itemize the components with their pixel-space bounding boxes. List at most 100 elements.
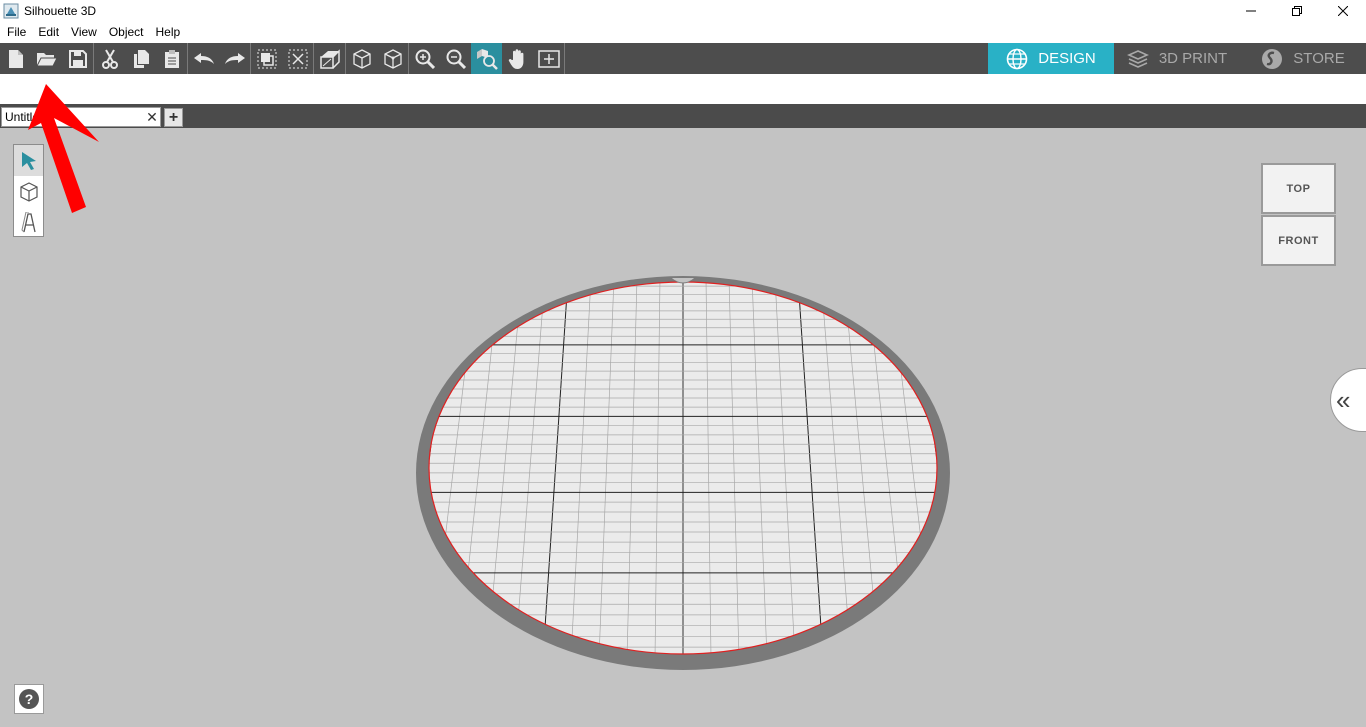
group-icon <box>257 49 276 68</box>
cut-icon <box>101 48 118 69</box>
tab-store[interactable]: STORE <box>1240 43 1366 74</box>
add-tab-button[interactable]: + <box>164 108 183 127</box>
group-button[interactable] <box>251 43 282 74</box>
save-button[interactable] <box>62 43 93 74</box>
silhouette-logo-icon <box>1262 48 1283 69</box>
ungroup-icon <box>288 49 307 68</box>
new-file-icon <box>8 49 23 68</box>
select-tool-button[interactable] <box>14 145 43 176</box>
document-tab-name: Untitled <box>5 110 46 124</box>
extrude-icon <box>319 48 340 69</box>
restore-button[interactable] <box>1274 0 1320 22</box>
close-tab-icon[interactable]: ✕ <box>144 109 160 126</box>
cube-alt-icon <box>383 48 402 69</box>
view-cube-front[interactable]: FRONT <box>1261 215 1336 266</box>
grid-line <box>959 278 1019 658</box>
window-title: Silhouette 3D <box>24 4 97 18</box>
tab-design-label: DESIGN <box>1038 50 1096 67</box>
fit-page-icon <box>537 49 560 68</box>
copy-icon <box>133 49 149 68</box>
zoom-fit-button[interactable] <box>471 43 502 74</box>
zoom-out-icon <box>446 49 466 69</box>
tab-3d-print-label: 3D PRINT <box>1158 50 1228 67</box>
grid-line <box>1051 278 1131 658</box>
zoom-fit-icon <box>476 48 498 70</box>
cut-button[interactable] <box>94 43 125 74</box>
grid-line <box>347 278 407 658</box>
double-chevron-left-icon: « <box>1336 385 1351 415</box>
options-bar <box>0 74 1366 104</box>
view-cube-top[interactable]: TOP <box>1261 163 1336 214</box>
grid-line <box>179 278 269 658</box>
copy-button[interactable] <box>125 43 156 74</box>
text-3d-icon <box>20 211 36 232</box>
toolbar: DESIGN 3D PRINT STORE <box>0 43 1366 74</box>
new-file-button[interactable] <box>0 43 31 74</box>
title-bar: Silhouette 3D <box>0 0 1366 22</box>
help-icon: ? <box>19 689 39 709</box>
minimize-button[interactable] <box>1228 0 1274 22</box>
menu-bar: File Edit View Object Help <box>0 22 1366 43</box>
grid-line <box>291 278 361 658</box>
grid-line <box>235 278 315 658</box>
document-tab-bar: Untitled ✕ + <box>0 104 1366 128</box>
menu-view[interactable]: View <box>65 22 103 43</box>
design-canvas[interactable]: TOP FRONT « ? <box>0 128 1366 727</box>
menu-help[interactable]: Help <box>150 22 187 43</box>
pan-button[interactable] <box>502 43 533 74</box>
cube-button[interactable] <box>346 43 377 74</box>
pan-hand-icon <box>508 48 523 69</box>
open-file-button[interactable] <box>31 43 62 74</box>
shape-tool-button[interactable] <box>14 176 43 207</box>
fit-page-button[interactable] <box>533 43 564 74</box>
print-bed <box>123 276 1243 670</box>
menu-edit[interactable]: Edit <box>32 22 65 43</box>
zoom-in-button[interactable] <box>409 43 440 74</box>
app-logo-icon <box>3 3 19 19</box>
document-tab[interactable]: Untitled ✕ <box>1 107 161 127</box>
grid-line <box>1120 278 1215 658</box>
save-icon <box>68 49 87 68</box>
cube-alt-button[interactable] <box>377 43 408 74</box>
redo-icon <box>224 52 245 64</box>
grid-line <box>1028 278 1103 658</box>
menu-file[interactable]: File <box>1 22 32 43</box>
grid-line <box>1143 278 1243 658</box>
open-folder-icon <box>35 52 58 66</box>
paste-button[interactable] <box>156 43 187 74</box>
grid-line <box>123 278 223 658</box>
grid-line <box>263 278 338 658</box>
zoom-out-button[interactable] <box>440 43 471 74</box>
pointer-arrow-icon <box>21 151 36 170</box>
tab-3d-print[interactable]: 3D PRINT <box>1114 43 1240 74</box>
extrude-button[interactable] <box>314 43 345 74</box>
cube-outline-icon <box>19 181 38 202</box>
close-button[interactable] <box>1320 0 1366 22</box>
zoom-in-icon <box>415 49 435 69</box>
menu-object[interactable]: Object <box>103 22 150 43</box>
text-tool-button[interactable] <box>14 207 43 238</box>
toolbar-divider <box>564 43 565 74</box>
tab-design[interactable]: DESIGN <box>988 43 1114 74</box>
paste-icon <box>164 49 179 68</box>
globe-icon <box>1006 48 1028 69</box>
tab-store-label: STORE <box>1293 50 1345 67</box>
view-cube[interactable]: TOP FRONT <box>1261 163 1336 266</box>
grid-line <box>1005 278 1075 658</box>
grid-line <box>1097 278 1187 658</box>
undo-icon <box>193 52 214 64</box>
tool-palette <box>13 144 44 237</box>
grid-line <box>1074 278 1159 658</box>
grid-line <box>207 278 292 658</box>
redo-button[interactable] <box>219 43 250 74</box>
grid-line <box>319 278 384 658</box>
cube-icon <box>352 48 371 69</box>
print-layers-icon <box>1126 49 1149 68</box>
grid-line <box>151 278 246 658</box>
grid-line <box>982 278 1047 658</box>
undo-button[interactable] <box>188 43 219 74</box>
svg-text:?: ? <box>25 691 34 707</box>
help-button[interactable]: ? <box>14 684 44 714</box>
bed-grid <box>123 278 1243 658</box>
ungroup-button[interactable] <box>282 43 313 74</box>
